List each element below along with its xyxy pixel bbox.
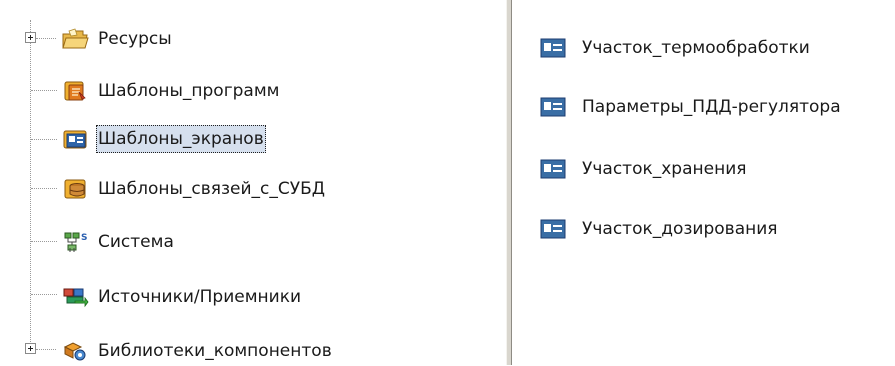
screen-icon (540, 158, 566, 180)
tree-connector (31, 241, 57, 242)
tree-connector (36, 38, 56, 39)
folder-resources-icon (60, 27, 90, 51)
list-item[interactable]: Участок_дозирования (540, 215, 778, 243)
tree-connector (31, 90, 57, 91)
dbms-templates-icon (60, 177, 90, 201)
tree-item-dbms-templates[interactable]: Шаблоны_связей_с_СУБД (60, 174, 500, 204)
expand-resources-button[interactable] (25, 32, 36, 43)
tree-item-label: Шаблоны_программ (98, 81, 280, 101)
screen-templates-icon (60, 127, 90, 151)
screen-icon (540, 218, 566, 240)
tree-connector (31, 294, 57, 295)
tree-item-sources-receivers[interactable]: Источники/Приемники (60, 282, 500, 312)
tree-item-label: Ресурсы (98, 29, 172, 49)
list-item[interactable]: Участок_хранения (540, 155, 746, 183)
list-item-label: Параметры_ПДД-регулятора (582, 97, 841, 117)
tree-item-screen-templates[interactable]: Шаблоны_экранов (60, 124, 500, 154)
system-network-icon: S (60, 230, 90, 254)
tree-item-label: Шаблоны_связей_с_СУБД (98, 179, 326, 199)
list-item[interactable]: Параметры_ПДД-регулятора (540, 93, 841, 121)
tree-item-label: Библиотеки_компонентов (98, 341, 332, 361)
tree-item-label: Шаблоны_экранов (96, 125, 266, 153)
tree-item-system[interactable]: S Система (60, 227, 500, 257)
tree-item-component-library[interactable]: Библиотеки_компонентов (60, 336, 500, 366)
sources-receivers-icon (60, 285, 90, 309)
screen-icon (540, 37, 566, 59)
list-item-label: Участок_термообработки (582, 38, 810, 58)
expand-component-library-button[interactable] (25, 343, 36, 354)
tree-item-program-templates[interactable]: Шаблоны_программ (60, 76, 500, 106)
list-item-label: Участок_дозирования (582, 219, 778, 239)
list-item[interactable]: Участок_термообработки (540, 34, 810, 62)
screen-icon (540, 96, 566, 118)
tree-item-resources[interactable]: Ресурсы (60, 24, 500, 54)
tree-connector-line (30, 20, 31, 354)
project-tree-pane[interactable]: Ресурсы Шаблоны_программ Шаблоны_экранов (0, 0, 506, 365)
svg-text:S: S (81, 233, 87, 243)
tree-item-label: Источники/Приемники (98, 287, 302, 307)
program-templates-icon (60, 79, 90, 103)
tree-connector (31, 139, 57, 140)
tree-connector (36, 349, 56, 350)
tree-connector (31, 188, 57, 189)
component-library-icon (60, 339, 90, 363)
tree-item-label: Система (98, 232, 174, 252)
screen-list-pane[interactable]: Участок_термообработки Параметры_ПДД-рег… (512, 0, 895, 365)
list-item-label: Участок_хранения (582, 159, 747, 179)
